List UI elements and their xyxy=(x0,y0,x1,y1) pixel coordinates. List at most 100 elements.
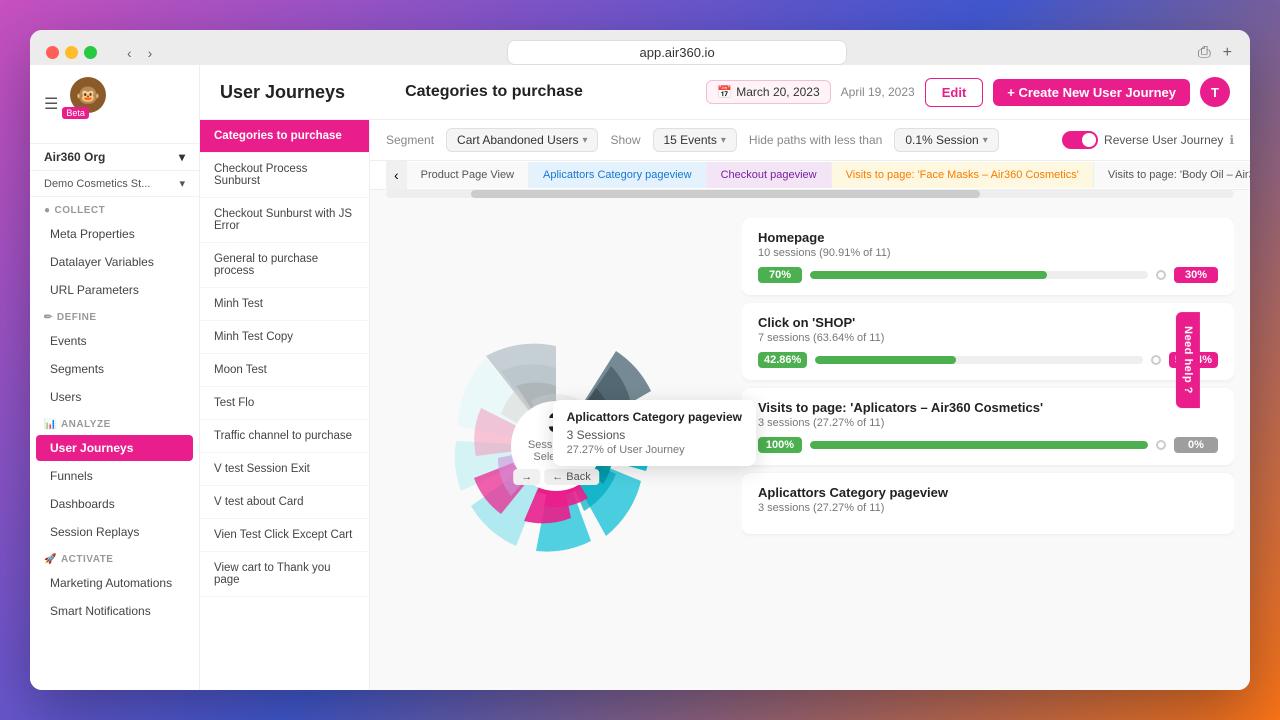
sidebar: ☰ 🐵 Beta Air360 Org ▾ Demo Cosmetics St.… xyxy=(30,65,200,690)
close-button[interactable] xyxy=(46,46,59,59)
step-tabs: ‹ Product Page View Aplicattors Category… xyxy=(370,161,1250,190)
stats-card-aplicattors: Aplicattors Category pageview 3 sessions… xyxy=(742,473,1234,534)
hamburger-icon[interactable]: ☰ xyxy=(44,94,58,114)
traffic-lights xyxy=(46,46,97,59)
scrollbar-thumb xyxy=(471,190,980,198)
create-journey-button[interactable]: + Create New User Journey xyxy=(993,79,1190,106)
stats-card-aplicattors-sub: 3 sessions (27.27% of 11) xyxy=(758,502,1218,514)
sidebar-item-segments[interactable]: Segments xyxy=(36,356,193,382)
show-value: 15 Events xyxy=(664,133,717,147)
activate-section: 🚀 ACTIVATE xyxy=(30,546,199,569)
content-area: Categories to purchase Checkout Process … xyxy=(200,120,1250,690)
journey-item-test-flo[interactable]: Test Flo xyxy=(200,387,369,420)
segment-value: Cart Abandoned Users xyxy=(457,133,578,147)
hide-paths-chevron-icon: ▾ xyxy=(983,135,988,146)
activate-icon: 🚀 xyxy=(44,554,57,565)
chart-panel: Segment Cart Abandoned Users ▾ Show 15 E… xyxy=(370,120,1250,690)
sidebar-header: ☰ 🐵 Beta xyxy=(30,65,199,144)
sidebar-item-users[interactable]: Users xyxy=(36,384,193,410)
info-icon[interactable]: ℹ xyxy=(1229,133,1234,147)
toggle-knob xyxy=(1082,133,1096,147)
stats-left-pct-3: 100% xyxy=(758,437,802,453)
hide-paths-label: Hide paths with less than xyxy=(749,133,882,147)
progress-dot-3 xyxy=(1156,440,1166,450)
journey-item-minh-copy[interactable]: Minh Test Copy xyxy=(200,321,369,354)
project-name: Demo Cosmetics St... xyxy=(44,178,150,190)
stats-card-aplicattors-title: Aplicattors Category pageview xyxy=(758,485,1218,500)
reverse-toggle[interactable] xyxy=(1062,131,1098,149)
sidebar-item-events[interactable]: Events xyxy=(36,328,193,354)
define-section: ✏ DEFINE xyxy=(30,304,199,327)
step-tab-aplicattors[interactable]: Aplicattors Category pageview xyxy=(529,162,707,188)
segment-dropdown[interactable]: Cart Abandoned Users ▾ xyxy=(446,128,598,152)
sidebar-item-session-replays[interactable]: Session Replays xyxy=(36,519,193,545)
step-tab-checkout[interactable]: Checkout pageview xyxy=(707,162,832,188)
org-selector[interactable]: Air360 Org ▾ xyxy=(30,144,199,171)
define-icon: ✏ xyxy=(44,312,53,323)
segment-label: Segment xyxy=(386,133,434,147)
top-bar-actions: 📅 March 20, 2023 April 19, 2023 Edit + C… xyxy=(706,77,1230,107)
journey-item-v-card[interactable]: V test about Card xyxy=(200,486,369,519)
show-dropdown[interactable]: 15 Events ▾ xyxy=(653,128,737,152)
stats-left-pct-2: 42.86% xyxy=(758,352,807,368)
journey-item-moon-test[interactable]: Moon Test xyxy=(200,354,369,387)
journey-item-traffic[interactable]: Traffic channel to purchase xyxy=(200,420,369,453)
edit-button[interactable]: Edit xyxy=(925,78,984,107)
collect-icon: ● xyxy=(44,205,51,216)
journey-item-checkout-sunburst[interactable]: Checkout Sunburst with JS Error xyxy=(200,198,369,243)
sidebar-item-meta-properties[interactable]: Meta Properties xyxy=(36,221,193,247)
sidebar-item-url-parameters[interactable]: URL Parameters xyxy=(36,277,193,303)
journey-item-minh-test[interactable]: Minh Test xyxy=(200,288,369,321)
url-bar[interactable]: app.air360.io xyxy=(507,40,847,65)
sidebar-item-funnels[interactable]: Funnels xyxy=(36,463,193,489)
journey-item-vien-test[interactable]: Vien Test Click Except Cart xyxy=(200,519,369,552)
stats-card-aplicators-bar: 100% 0% xyxy=(758,437,1218,453)
sidebar-item-smart-notifications[interactable]: Smart Notifications xyxy=(36,598,193,624)
stats-card-shop-title: Click on 'SHOP' xyxy=(758,315,1218,330)
maximize-button[interactable] xyxy=(84,46,97,59)
journey-item-categories[interactable]: Categories to purchase xyxy=(200,120,369,153)
date-start: March 20, 2023 xyxy=(736,85,819,99)
stats-card-shop-bar: 42.86% 57.14% xyxy=(758,352,1218,368)
progress-dot-1 xyxy=(1156,270,1166,280)
tooltip-title: Aplicattors Category pageview xyxy=(567,410,742,424)
progress-bar-2 xyxy=(815,356,1142,364)
forward-arrow[interactable]: › xyxy=(142,43,159,63)
top-bar: User Journeys Categories to purchase 📅 M… xyxy=(200,65,1250,120)
journey-item-view-cart[interactable]: View cart to Thank you page xyxy=(200,552,369,597)
back-arrow[interactable]: ‹ xyxy=(121,43,138,63)
sidebar-item-marketing-automations[interactable]: Marketing Automations xyxy=(36,570,193,596)
share-icon[interactable]: ⎙ xyxy=(1196,42,1213,64)
sidebar-item-dashboards[interactable]: Dashboards xyxy=(36,491,193,517)
progress-fill-1 xyxy=(810,271,1047,279)
stats-left-pct-1: 70% xyxy=(758,267,802,283)
analyze-section: 📊 ANALYZE xyxy=(30,411,199,434)
progress-bar-1 xyxy=(810,271,1148,279)
step-tab-product-page[interactable]: Product Page View xyxy=(407,162,529,188)
journey-item-general[interactable]: General to purchase process xyxy=(200,243,369,288)
scroll-left-button[interactable]: ‹ xyxy=(386,161,407,189)
hide-paths-dropdown[interactable]: 0.1% Session ▾ xyxy=(894,128,998,152)
user-avatar[interactable]: T xyxy=(1200,77,1230,107)
step-tab-body-oil[interactable]: Visits to page: 'Body Oil – Air360 Cosme… xyxy=(1094,162,1250,188)
org-chevron-icon: ▾ xyxy=(179,150,185,164)
journey-item-checkout-process[interactable]: Checkout Process Sunburst xyxy=(200,153,369,198)
tooltip-pct: 27.27% of User Journey xyxy=(567,444,742,456)
stats-card-homepage-bar: 70% 30% xyxy=(758,267,1218,283)
sidebar-item-user-journeys[interactable]: User Journeys xyxy=(36,435,193,461)
stats-card-homepage: Homepage 10 sessions (90.91% of 11) 70% … xyxy=(742,218,1234,295)
journeys-list: Categories to purchase Checkout Process … xyxy=(200,120,370,690)
project-selector[interactable]: Demo Cosmetics St... ▾ xyxy=(30,171,199,197)
journey-title: Categories to purchase xyxy=(405,83,583,101)
horizontal-scrollbar[interactable] xyxy=(386,190,1234,198)
step-tab-face-masks[interactable]: Visits to page: 'Face Masks – Air360 Cos… xyxy=(832,162,1094,188)
sidebar-item-datalayer-variables[interactable]: Datalayer Variables xyxy=(36,249,193,275)
need-help-tab[interactable]: Need help ? xyxy=(1176,312,1200,408)
stats-card-shop: Click on 'SHOP' 7 sessions (63.64% of 11… xyxy=(742,303,1234,380)
journey-item-v-exit[interactable]: V test Session Exit xyxy=(200,453,369,486)
new-tab-icon[interactable]: + xyxy=(1221,42,1234,64)
stats-card-homepage-sub: 10 sessions (90.91% of 11) xyxy=(758,247,1218,259)
minimize-button[interactable] xyxy=(65,46,78,59)
filter-bar: Segment Cart Abandoned Users ▾ Show 15 E… xyxy=(370,120,1250,161)
date-range-start: 📅 March 20, 2023 xyxy=(706,80,830,104)
